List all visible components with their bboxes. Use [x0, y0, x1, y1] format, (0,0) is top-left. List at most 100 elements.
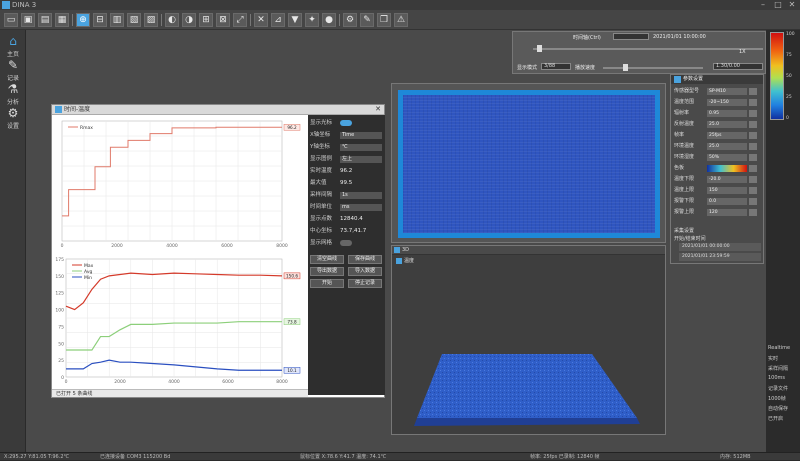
settings-row-label: 帧率 — [674, 132, 685, 138]
close-button[interactable]: ✕ — [785, 0, 799, 10]
chevron-down-icon[interactable] — [749, 165, 757, 172]
wand-icon[interactable]: ✦ — [305, 13, 319, 27]
chevron-down-icon[interactable] — [749, 143, 757, 150]
chart-action-button[interactable]: 保存曲线 — [348, 255, 382, 264]
settings-row-value[interactable]: 150 — [707, 187, 747, 194]
start-date-field[interactable]: 2021/01/01 00:00:00 — [679, 243, 761, 251]
color-scale-tick: 25 — [786, 95, 792, 100]
control-select[interactable]: Time — [340, 132, 382, 139]
chevron-down-icon[interactable] — [749, 187, 757, 194]
control-label: 显示网格 — [310, 240, 333, 246]
settings-row-value[interactable]: -20.0 — [707, 176, 747, 183]
timeline-slider[interactable] — [533, 48, 763, 50]
timeline-slider-knob[interactable] — [537, 45, 542, 52]
y-tick-label: 100 — [55, 308, 64, 314]
end-date-field[interactable]: 2021/01/01 23:59:59 — [679, 253, 761, 261]
thermal-image-window — [391, 83, 666, 243]
settings-row-value[interactable]: 0.0 — [707, 198, 747, 205]
chart-action-button[interactable]: 导入数据 — [348, 267, 382, 276]
settings-row-label: 色板 — [674, 165, 685, 171]
settings-row: 帧率 25fps — [671, 131, 765, 140]
filter-icon[interactable]: ▼ — [288, 13, 302, 27]
info-line: 1000帧 — [768, 396, 786, 402]
frame-field[interactable]: 3/88 — [541, 63, 571, 70]
rotate-icon[interactable]: ◐ — [165, 13, 179, 27]
timeline-name-field[interactable] — [613, 33, 649, 40]
settings-row-value[interactable]: 0.95 — [707, 110, 747, 117]
settings-row: 报警下限 0.0 — [671, 197, 765, 206]
color-scale-bar — [770, 32, 784, 120]
toolbar: ▭ ▣ ▤ ▦ ⊕ ⊟ ▥ ▧ ▨ ◐ ◑ ⊞ ⊠ ⤢ ✕ ⊿ ▼ ✦ ● ⚙ ✎ ❐ ⚠ — [0, 10, 800, 30]
settings-row-value[interactable]: 120 — [707, 209, 747, 216]
link-icon[interactable]: ⊟ — [93, 13, 107, 27]
color-scale-tick: 75 — [786, 53, 792, 58]
copy-icon[interactable]: ❐ — [377, 13, 391, 27]
chart-action-button[interactable]: 清空曲线 — [310, 255, 344, 264]
chart-action-button[interactable]: 导出数据 — [310, 267, 344, 276]
chevron-down-icon[interactable] — [749, 198, 757, 205]
warning-icon[interactable]: ⚠ — [394, 13, 408, 27]
info-line: 采样间隔 — [768, 366, 789, 372]
chart-action-button[interactable]: 开始 — [310, 279, 344, 288]
palette-icon[interactable]: ◑ — [182, 13, 196, 27]
chart-bottom[interactable]: 0 2000 4000 6000 8000 0 25 50 75 100 125 150 175 MaxA… — [52, 253, 308, 389]
zoom-icon[interactable]: ⊞ — [199, 13, 213, 27]
thermal-image[interactable] — [403, 95, 655, 233]
save-icon[interactable]: ▣ — [21, 13, 35, 27]
settings-row-label: 温度范围 — [674, 99, 695, 105]
record-icon[interactable]: ● — [322, 13, 336, 27]
chart-top[interactable]: 0 2000 4000 6000 8000 Rmax 96.2 — [52, 115, 308, 253]
nav-item-home[interactable]: ⌂ 主页 — [2, 34, 24, 58]
settings-row-value[interactable]: 25.0 — [707, 121, 747, 128]
chevron-down-icon[interactable] — [749, 121, 757, 128]
control-select[interactable]: 左上 — [340, 156, 382, 163]
cube-icon[interactable]: ▨ — [144, 13, 158, 27]
chevron-down-icon[interactable] — [749, 132, 757, 139]
pencil-icon[interactable]: ✎ — [360, 13, 374, 27]
grid-icon[interactable]: ▦ — [55, 13, 69, 27]
chevron-down-icon[interactable] — [749, 176, 757, 183]
control-select[interactable]: 1s — [340, 192, 382, 199]
chevron-down-icon[interactable] — [749, 209, 757, 216]
color-scale-tick: 50 — [786, 74, 792, 79]
settings-row-value[interactable]: -20~150 — [707, 99, 747, 106]
chart-action-button[interactable]: 停止记录 — [348, 279, 382, 288]
settings-row-value[interactable]: 25fps — [707, 132, 747, 139]
expand-icon[interactable]: ⤢ — [233, 13, 247, 27]
folder-icon[interactable]: ▤ — [38, 13, 52, 27]
control-label: 实时温度 — [310, 168, 333, 174]
chevron-down-icon[interactable] — [749, 110, 757, 117]
control-select[interactable]: ms — [340, 204, 382, 211]
layers-icon[interactable]: ▥ — [110, 13, 124, 27]
toggle-switch[interactable] — [340, 120, 352, 126]
chart-window-close-icon[interactable]: ✕ — [375, 105, 381, 114]
info-line: 自动保存 — [768, 406, 789, 412]
crosshair-icon[interactable]: ⊕ — [76, 13, 90, 27]
settings-row-value[interactable]: 50% — [707, 154, 747, 161]
nav-label: 记录 — [6, 75, 19, 82]
nav-item-settings[interactable]: ⚙ 设置 — [2, 106, 24, 130]
open-icon[interactable]: ▭ — [4, 13, 18, 27]
control-select[interactable]: ℃ — [340, 144, 382, 151]
fit-icon[interactable]: ⊠ — [216, 13, 230, 27]
chevron-down-icon[interactable] — [749, 88, 757, 95]
nav-item-analysis[interactable]: ⚗ 分析 — [2, 82, 24, 106]
shuffle-icon[interactable]: ✕ — [254, 13, 268, 27]
minimize-button[interactable]: – — [756, 0, 770, 10]
settings-icon[interactable]: ⚙ — [343, 13, 357, 27]
toggle-switch[interactable] — [340, 240, 352, 246]
surface-3d[interactable] — [392, 246, 665, 434]
settings-row-value[interactable]: 25.0 — [707, 143, 747, 150]
settings-row-value[interactable]: SP-M10 — [707, 88, 747, 95]
settings-panel-icon — [674, 76, 681, 83]
nav-item-record[interactable]: ✎ 记录 — [2, 58, 24, 82]
value-field[interactable]: 1.30/0.00 — [713, 63, 763, 70]
speed-slider[interactable] — [603, 67, 703, 69]
chevron-down-icon[interactable] — [749, 99, 757, 106]
chart-icon[interactable]: ▧ — [127, 13, 141, 27]
maximize-button[interactable]: □ — [771, 0, 785, 10]
chevron-down-icon[interactable] — [749, 154, 757, 161]
ruler-icon[interactable]: ⊿ — [271, 13, 285, 27]
speed-slider-knob[interactable] — [623, 64, 628, 71]
palette-swatch[interactable] — [707, 165, 747, 172]
